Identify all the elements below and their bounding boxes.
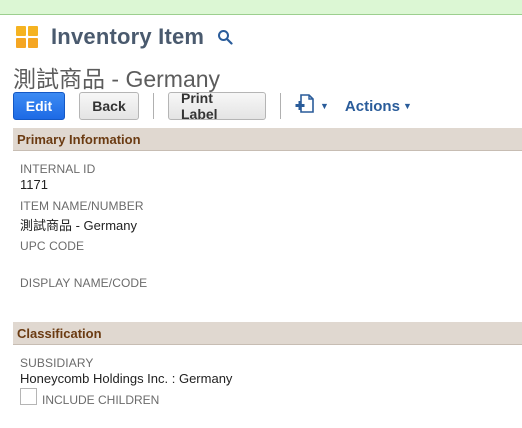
toolbar-divider: [280, 93, 281, 119]
internal-id-label: INTERNAL ID: [20, 162, 96, 176]
inventory-item-icon: [16, 26, 38, 48]
top-status-strip: [0, 0, 522, 15]
new-document-icon: [295, 93, 317, 120]
upc-code-label: UPC CODE: [20, 239, 85, 253]
page-header: Inventory Item: [16, 24, 233, 50]
record-type-title: Inventory Item: [51, 24, 205, 49]
new-document-menu[interactable]: ▼: [295, 93, 329, 120]
subsidiary-value: Honeycomb Holdings Inc. : Germany: [20, 371, 233, 386]
actions-menu[interactable]: Actions ▼: [345, 98, 412, 115]
toolbar-divider: [153, 93, 154, 119]
chevron-down-icon: ▼: [320, 101, 329, 111]
actions-label: Actions: [344, 97, 400, 115]
section-header-primary-information[interactable]: Primary Information: [13, 128, 522, 151]
print-label-button[interactable]: Print Label: [168, 90, 266, 122]
internal-id-value: 1171: [20, 177, 48, 192]
include-children-label: INCLUDE CHILDREN: [42, 393, 160, 407]
item-name-value: 測試商品 - Germany: [20, 218, 138, 233]
edit-button[interactable]: Edit: [13, 92, 65, 120]
item-name-label: ITEM NAME/NUMBER: [20, 199, 144, 213]
display-name-label: DISPLAY NAME/CODE: [20, 276, 148, 290]
chevron-down-icon: ▼: [402, 101, 412, 111]
include-children-checkbox[interactable]: [20, 388, 37, 405]
search-icon[interactable]: [217, 29, 233, 45]
back-button[interactable]: Back: [79, 92, 139, 120]
record-title: 測試商品 - Germany: [13, 66, 221, 92]
toolbar: Edit Back Print Label ▼ Actions ▼: [13, 90, 412, 122]
subsidiary-label: SUBSIDIARY: [20, 356, 94, 370]
section-header-classification[interactable]: Classification: [13, 322, 522, 345]
